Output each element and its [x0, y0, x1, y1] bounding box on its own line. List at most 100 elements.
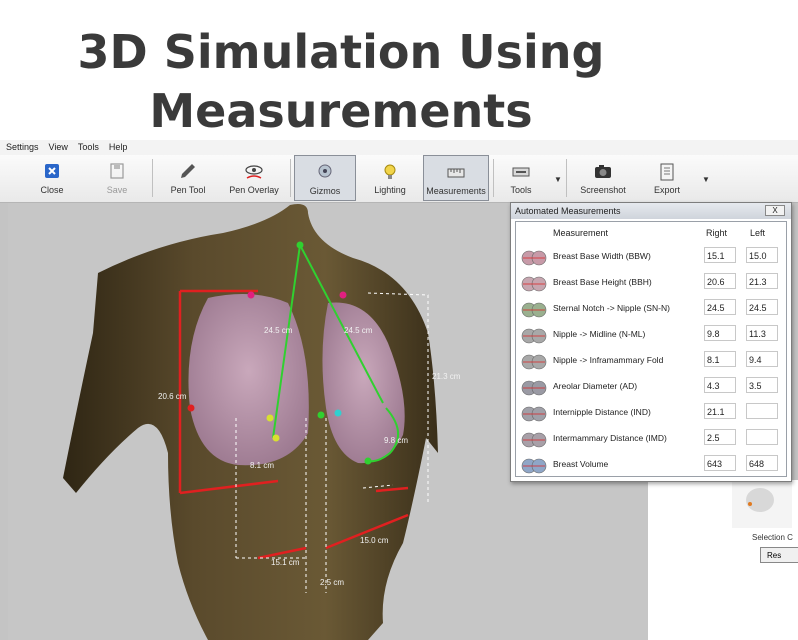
- torso-thumbnail-icon: [521, 354, 547, 370]
- table-row[interactable]: Nipple -> Inframammary Fold 8.1 9.4: [516, 348, 786, 374]
- label-bbh-right: 20.6 cm: [158, 392, 187, 401]
- table-row[interactable]: Nipple -> Midline (N-ML) 9.8 11.3: [516, 322, 786, 348]
- right-value-field[interactable]: 24.5: [704, 299, 736, 315]
- gizmos-label: Gizmos: [309, 186, 341, 196]
- left-value-field[interactable]: [746, 429, 778, 445]
- measurements-button[interactable]: Measurements: [423, 155, 489, 201]
- save-button[interactable]: Save: [95, 155, 139, 201]
- left-value-field[interactable]: 3.5: [746, 377, 778, 393]
- label-bbw-left: 15.0 cm: [360, 536, 389, 545]
- panel-title: Automated Measurements: [515, 206, 621, 216]
- export-dropdown-icon[interactable]: ▼: [702, 175, 710, 184]
- lightbulb-icon: [384, 164, 396, 179]
- selection-preview: [732, 482, 792, 528]
- label-snn-left: 24.5 cm: [344, 326, 373, 335]
- menu-bar: Settings View Tools Help: [0, 140, 798, 155]
- close-icon: [45, 164, 59, 178]
- measurement-name: Nipple -> Inframammary Fold: [553, 355, 664, 365]
- label-bbw-right: 15.1 cm: [271, 558, 300, 567]
- torso-thumbnail-icon: [521, 406, 547, 422]
- torso-thumbnail-icon: [521, 328, 547, 344]
- eye-pen-icon: [245, 165, 263, 179]
- tools-label: Tools: [510, 185, 532, 195]
- pen-tool-label: Pen Tool: [170, 185, 206, 195]
- left-value-field[interactable]: 21.3: [746, 273, 778, 289]
- left-value-field[interactable]: 11.3: [746, 325, 778, 341]
- selection-label: Selection C: [752, 533, 793, 542]
- label-bbh-left: 21.3 cm: [432, 372, 461, 381]
- export-label: Export: [653, 185, 680, 195]
- menu-help[interactable]: Help: [103, 140, 132, 152]
- reset-button[interactable]: Res: [760, 547, 798, 563]
- close-label: Close: [40, 185, 64, 195]
- torso-thumbnail-icon: [521, 302, 547, 318]
- menu-tools[interactable]: Tools: [72, 140, 103, 152]
- label-imd: 2.5 cm: [320, 578, 344, 587]
- pen-overlay-button[interactable]: Pen Overlay: [222, 155, 286, 201]
- right-value-field[interactable]: 15.1: [704, 247, 736, 263]
- right-value-field[interactable]: 4.3: [704, 377, 736, 393]
- measurement-name: Breast Base Height (BBH): [553, 277, 652, 287]
- export-button[interactable]: Export: [644, 155, 690, 201]
- measurement-name: Internipple Distance (IND): [553, 407, 651, 417]
- screenshot-label: Screenshot: [580, 185, 626, 195]
- torso-thumbnail-icon: [521, 458, 547, 474]
- tools-button[interactable]: Tools: [498, 155, 544, 201]
- right-value-field[interactable]: 8.1: [704, 351, 736, 367]
- export-document-icon: [660, 163, 674, 181]
- lighting-button[interactable]: Lighting: [362, 155, 418, 201]
- tools-icon: [512, 167, 530, 177]
- left-value-field[interactable]: [746, 403, 778, 419]
- torso-thumbnail-icon: [521, 250, 547, 266]
- table-row[interactable]: Sternal Notch -> Nipple (SN-N) 24.5 24.5: [516, 296, 786, 322]
- torso-thumbnail-icon: [521, 276, 547, 292]
- pen-overlay-label: Pen Overlay: [229, 185, 279, 195]
- right-value-field[interactable]: 9.8: [704, 325, 736, 341]
- right-value-field[interactable]: 21.1: [704, 403, 736, 419]
- table-row[interactable]: Areolar Diameter (AD) 4.3 3.5: [516, 374, 786, 400]
- ruler-icon: [447, 168, 465, 178]
- breast-right: [188, 294, 309, 466]
- table-row[interactable]: Breast Base Width (BBW) 15.1 15.0: [516, 244, 786, 270]
- left-value-field[interactable]: 9.4: [746, 351, 778, 367]
- left-value-field[interactable]: 24.5: [746, 299, 778, 315]
- measurements-label: Measurements: [426, 186, 486, 196]
- torso-thumbnail-icon: [521, 432, 547, 448]
- right-value-field[interactable]: 20.6: [704, 273, 736, 289]
- label-snn-right: 24.5 cm: [264, 326, 293, 335]
- screenshot-button[interactable]: Screenshot: [574, 155, 632, 201]
- automated-measurements-panel: Automated Measurements X Measurement Rig…: [510, 202, 792, 482]
- right-value-field[interactable]: 2.5: [704, 429, 736, 445]
- measurement-name: Breast Volume: [553, 459, 609, 469]
- torso-thumbnail-icon: [521, 380, 547, 396]
- measurement-name: Areolar Diameter (AD): [553, 381, 638, 391]
- measurement-name: Intermammary Distance (IMD): [553, 433, 667, 443]
- tools-dropdown-icon[interactable]: ▼: [554, 175, 562, 184]
- pen-tool-button[interactable]: Pen Tool: [160, 155, 216, 201]
- gizmos-button[interactable]: Gizmos: [294, 155, 356, 201]
- column-header-right: Right: [706, 228, 728, 238]
- close-button[interactable]: Close: [30, 155, 74, 201]
- gizmo-icon: [318, 164, 332, 178]
- save-label: Save: [106, 185, 128, 195]
- label-nif-right: 8.1 cm: [250, 461, 274, 470]
- app-window: Settings View Tools Help Close Save Pen Too…: [0, 140, 798, 640]
- column-header-left: Left: [750, 228, 766, 238]
- table-row[interactable]: Breast Volume 643 648: [516, 452, 786, 478]
- label-nif-left: 9.8 cm: [384, 436, 408, 445]
- menu-settings[interactable]: Settings: [0, 140, 43, 152]
- table-row[interactable]: Breast Base Height (BBH) 20.6 21.3: [516, 270, 786, 296]
- table-row[interactable]: Internipple Distance (IND) 21.1: [516, 400, 786, 426]
- table-row[interactable]: Intermammary Distance (IMD) 2.5: [516, 426, 786, 452]
- slide-title-line1: 3D Simulation Using: [77, 25, 605, 79]
- lighting-label: Lighting: [374, 185, 406, 195]
- panel-close-button[interactable]: X: [765, 205, 785, 216]
- right-value-field[interactable]: 643: [704, 455, 736, 471]
- left-value-field[interactable]: 15.0: [746, 247, 778, 263]
- panel-header[interactable]: Automated Measurements X: [511, 203, 791, 219]
- menu-view[interactable]: View: [43, 140, 72, 152]
- floppy-disk-icon: [110, 163, 124, 179]
- side-panel: Selection C Res: [648, 480, 798, 640]
- left-value-field[interactable]: 648: [746, 455, 778, 471]
- measurements-table: Measurement Right Left Breast Base Width…: [515, 221, 787, 477]
